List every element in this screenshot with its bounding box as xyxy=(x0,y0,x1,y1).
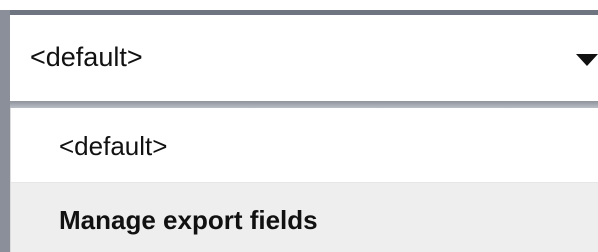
export-fields-dropdown-widget: <default> <default> Manage export fields xyxy=(0,0,598,252)
top-strip xyxy=(0,0,598,10)
select-current-value: <default> xyxy=(30,42,143,72)
dropdown-list: <default> Manage export fields xyxy=(10,108,598,252)
option-default[interactable]: <default> xyxy=(11,108,598,183)
dropdown-left-border xyxy=(0,10,10,252)
option-manage-export-fields[interactable]: Manage export fields xyxy=(11,183,598,252)
export-fields-select[interactable]: <default> xyxy=(10,15,598,101)
option-default-label: <default> xyxy=(59,131,168,161)
option-manage-export-fields-label: Manage export fields xyxy=(59,205,318,235)
triangle-down-icon[interactable] xyxy=(576,54,598,66)
select-divider xyxy=(10,101,598,108)
